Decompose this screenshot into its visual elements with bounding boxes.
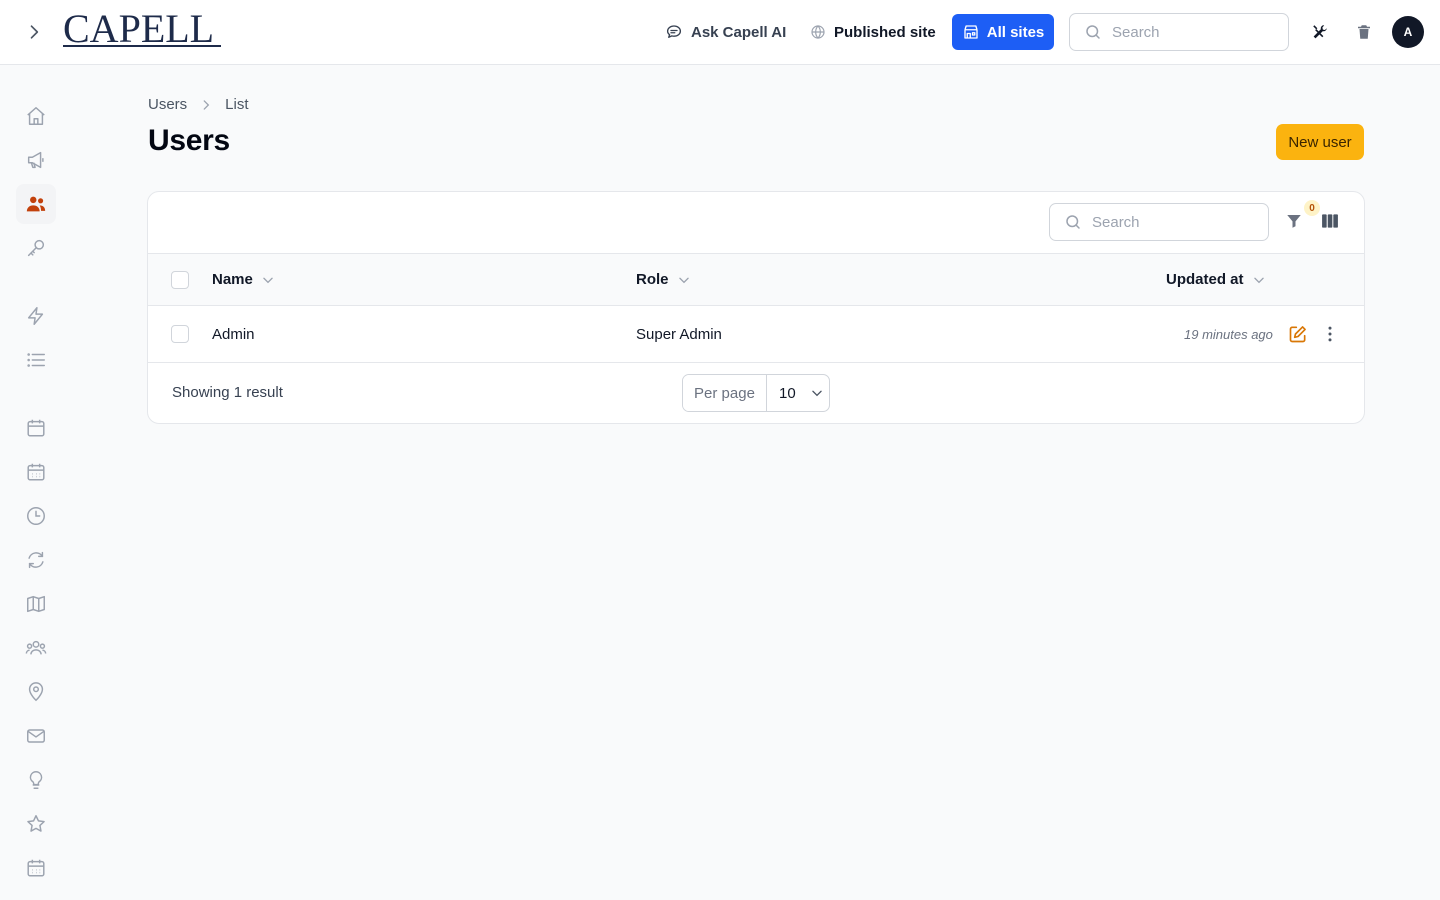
published-site-link[interactable]: Published site (810, 14, 936, 50)
search-icon (1066, 215, 1080, 229)
users-icon (26, 196, 46, 212)
pencil-square-icon (1289, 326, 1306, 343)
map-icon (27, 595, 45, 613)
chevron-right-icon (30, 25, 39, 39)
column-header-label: Name (212, 271, 253, 288)
sidebar-item-automations[interactable] (16, 296, 56, 336)
ellipsis-vertical-icon (1328, 326, 1332, 342)
column-header-label: Role (636, 271, 669, 288)
sidebar-item-sync[interactable] (16, 540, 56, 580)
ask-ai-label: Ask Capell AI (691, 23, 787, 41)
clock-icon (27, 507, 45, 525)
chevron-down-icon (1253, 277, 1264, 283)
column-header-name[interactable]: Name (212, 254, 275, 305)
table-search[interactable] (1049, 203, 1269, 241)
star-icon (27, 815, 45, 832)
sidebar-item-permissions[interactable] (16, 228, 56, 268)
per-page-select[interactable]: 10 (767, 375, 829, 411)
search-icon (1086, 25, 1100, 39)
published-site-label: Published site (834, 23, 936, 41)
megaphone-icon (27, 151, 44, 169)
sidebar-item-lists[interactable] (16, 340, 56, 380)
table-search-input[interactable] (1092, 213, 1242, 231)
sidebar-item-users[interactable] (16, 184, 56, 224)
column-header-role[interactable]: Role (636, 254, 691, 305)
list-icon (27, 353, 45, 367)
bolt-icon (27, 307, 44, 325)
sidebar-item-groups[interactable] (16, 628, 56, 668)
new-user-button[interactable]: New user (1276, 124, 1364, 160)
sidebar-item-schedule[interactable] (16, 848, 56, 888)
results-count: Showing 1 result (172, 384, 283, 401)
tools-button[interactable] (1306, 18, 1334, 46)
cell-role: Super Admin (636, 325, 722, 343)
key-icon (27, 239, 45, 257)
map-pin-icon (28, 682, 44, 702)
breadcrumb-item-list: List (225, 96, 249, 113)
table-header: Name Role Updated at (148, 253, 1364, 306)
sidebar-item-home[interactable] (16, 96, 56, 136)
table-row[interactable]: Admin Super Admin 19 minutes ago (148, 306, 1364, 363)
wrench-screwdriver-icon (1313, 25, 1327, 39)
sidebar-item-announcements[interactable] (16, 140, 56, 180)
top-bar: CAPELL Ask Capell AI Published site All … (0, 0, 1440, 65)
view-columns-icon (1322, 214, 1338, 228)
all-sites-button[interactable]: All sites (952, 14, 1054, 50)
sidebar-item-events[interactable] (16, 452, 56, 492)
global-search[interactable] (1069, 13, 1289, 51)
per-page-label: Per page (683, 375, 767, 411)
sidebar-toggle-button[interactable] (20, 18, 48, 46)
home-icon (27, 107, 45, 125)
building-storefront-icon (964, 25, 978, 39)
trash-icon (1358, 25, 1370, 39)
chevron-down-icon (263, 277, 273, 283)
cell-name[interactable]: Admin (212, 306, 255, 362)
sidebar-item-ideas[interactable] (16, 760, 56, 800)
chevron-down-icon (678, 277, 689, 283)
funnel-icon (1287, 215, 1301, 228)
breadcrumb-item-users[interactable]: Users (148, 96, 187, 113)
chevron-right-icon (203, 99, 210, 110)
global-search-input[interactable] (1112, 23, 1262, 41)
calendar-icon (27, 419, 45, 437)
sidebar-item-locations[interactable] (16, 672, 56, 712)
ask-ai-button[interactable]: Ask Capell AI (665, 14, 786, 50)
calendar-days-icon (27, 859, 45, 877)
edit-button[interactable] (1284, 320, 1312, 348)
refresh-icon (28, 551, 44, 569)
globe-icon (811, 25, 825, 39)
sidebar-item-history[interactable] (16, 496, 56, 536)
users-table-card: 0 Name Role Updated at Admin Super Admin (147, 191, 1365, 424)
trash-button[interactable] (1350, 18, 1378, 46)
column-header-label: Updated at (1166, 271, 1244, 288)
per-page-value: 10 (779, 384, 796, 402)
filter-button[interactable] (1282, 209, 1306, 233)
cell-updated-at: 19 minutes ago (1184, 326, 1273, 342)
all-sites-label: All sites (986, 23, 1045, 41)
sidebar-item-favorites[interactable] (16, 804, 56, 844)
row-checkbox[interactable] (171, 325, 189, 343)
row-actions-button[interactable] (1316, 320, 1344, 348)
toggle-columns-button[interactable] (1318, 209, 1342, 233)
sidebar-item-calendar[interactable] (16, 408, 56, 448)
lightbulb-icon (29, 771, 43, 789)
chat-bubble-icon (666, 25, 682, 38)
chevron-down-icon (811, 390, 822, 397)
sidebar-item-maps[interactable] (16, 584, 56, 624)
calendar-days-icon (27, 463, 45, 481)
logo-underline (63, 45, 221, 47)
sidebar-item-messages[interactable] (16, 716, 56, 756)
envelope-icon (27, 729, 45, 743)
per-page-selector[interactable]: Per page 10 (682, 374, 830, 412)
select-all-checkbox[interactable] (171, 271, 189, 289)
page-title: Users (148, 124, 230, 157)
user-group-icon (25, 640, 47, 655)
breadcrumb: Users List (148, 96, 249, 113)
column-header-updated-at[interactable]: Updated at (1166, 254, 1266, 305)
user-avatar[interactable]: A (1392, 16, 1424, 48)
app-logo[interactable]: CAPELL (63, 9, 214, 49)
